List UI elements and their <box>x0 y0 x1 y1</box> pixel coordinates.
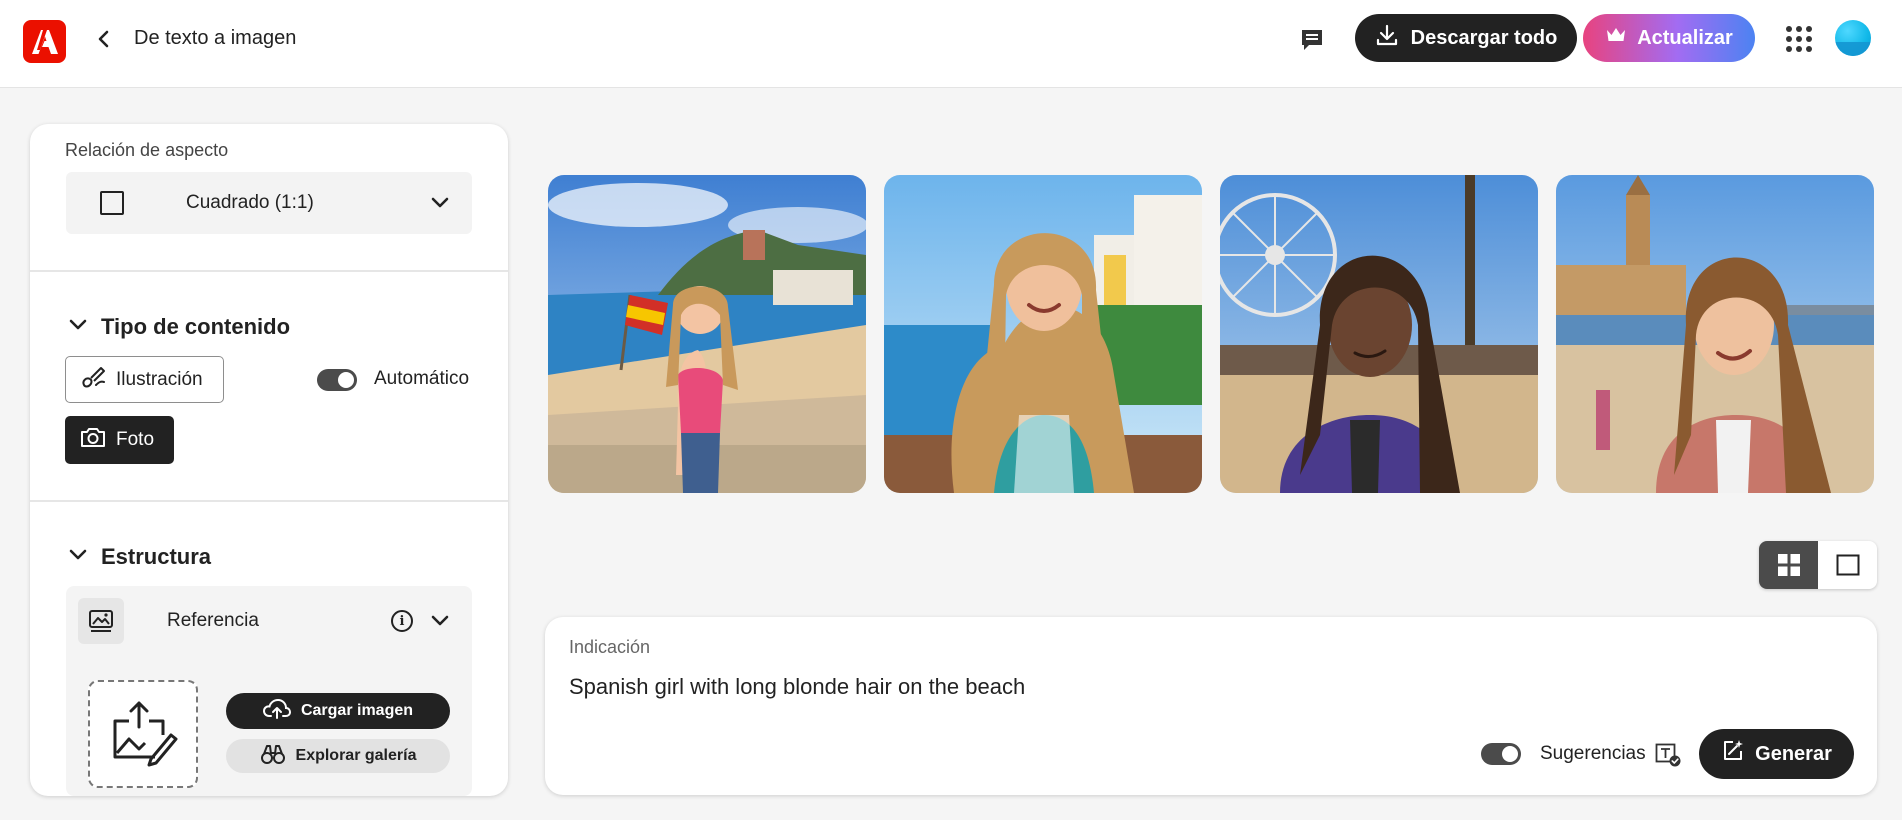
aspect-ratio-value: Cuadrado (1:1) <box>186 192 314 213</box>
reference-box: Referencia i Cargar imagen Explorar gale… <box>66 586 472 796</box>
photo-label: Foto <box>116 429 155 450</box>
back-chevron-icon[interactable] <box>92 24 116 54</box>
generated-image-1[interactable] <box>548 175 866 493</box>
camera-icon <box>80 426 106 454</box>
feedback-message-icon[interactable] <box>1296 24 1328 56</box>
user-avatar[interactable] <box>1835 20 1871 56</box>
grid-view-icon[interactable] <box>1759 541 1818 589</box>
explore-gallery-label: Explorar galería <box>295 747 417 764</box>
collapse-chevron-icon[interactable] <box>68 315 88 335</box>
page-title: De texto a imagen <box>134 27 297 49</box>
upload-image-button[interactable]: Cargar imagen <box>226 693 450 729</box>
auto-label: Automático <box>374 368 470 389</box>
cloud-upload-icon <box>262 698 291 725</box>
prompt-box: Indicación Spanish girl with long blonde… <box>545 617 1877 795</box>
chevron-down-icon <box>431 194 449 212</box>
upload-image-label: Cargar imagen <box>300 702 414 719</box>
collapse-chevron-icon[interactable] <box>68 545 88 565</box>
settings-panel: Relación de aspecto Cuadrado (1:1) Tipo … <box>30 124 508 796</box>
explore-gallery-button[interactable]: Explorar galería <box>226 739 450 773</box>
single-view-icon[interactable] <box>1818 541 1877 589</box>
generate-sparkle-icon <box>1721 739 1745 769</box>
photo-button[interactable]: Foto <box>65 416 174 464</box>
download-icon <box>1375 23 1399 53</box>
generate-button[interactable]: Generar <box>1699 729 1854 779</box>
text-check-icon[interactable] <box>1655 743 1681 767</box>
structure-title: Estructura <box>101 544 212 569</box>
brush-icon <box>80 365 106 395</box>
download-all-button[interactable]: Descargar todo <box>1355 14 1577 62</box>
prompt-input[interactable]: Spanish girl with long blonde hair on th… <box>569 674 1025 700</box>
crown-icon <box>1605 26 1627 50</box>
upgrade-label: Actualizar <box>1637 26 1733 49</box>
download-all-label: Descargar todo <box>1410 26 1558 49</box>
square-ratio-icon <box>100 191 124 215</box>
illustration-label: Ilustración <box>116 368 203 390</box>
view-toggle <box>1759 541 1877 589</box>
reference-label: Referencia <box>167 610 259 631</box>
prompt-label: Indicación <box>569 637 651 657</box>
reference-upload-area[interactable] <box>88 680 198 788</box>
generated-image-3[interactable] <box>1220 175 1538 493</box>
image-upload-icon <box>105 697 181 772</box>
upgrade-button[interactable]: Actualizar <box>1583 14 1755 62</box>
aspect-ratio-select[interactable]: Cuadrado (1:1) <box>66 172 472 234</box>
divider <box>30 270 508 272</box>
chevron-down-icon[interactable] <box>431 612 449 630</box>
generated-image-2[interactable] <box>884 175 1202 493</box>
suggestions-toggle[interactable] <box>1481 743 1521 765</box>
divider <box>30 500 508 502</box>
app-header: De texto a imagen Descargar todo Actuali… <box>0 0 1902 88</box>
adobe-logo-icon[interactable] <box>23 20 66 63</box>
suggestions-label: Sugerencias <box>1540 743 1646 764</box>
illustration-button[interactable]: Ilustración <box>65 356 224 403</box>
content-type-title: Tipo de contenido <box>101 314 291 339</box>
auto-toggle[interactable] <box>317 369 357 391</box>
generated-image-4[interactable] <box>1556 175 1874 493</box>
reference-image-icon <box>78 598 124 644</box>
info-icon[interactable]: i <box>391 610 413 632</box>
binoculars-icon <box>260 743 286 770</box>
aspect-ratio-label: Relación de aspecto <box>65 140 229 160</box>
generate-label: Generar <box>1755 742 1832 765</box>
app-grid-icon[interactable] <box>1786 26 1812 52</box>
